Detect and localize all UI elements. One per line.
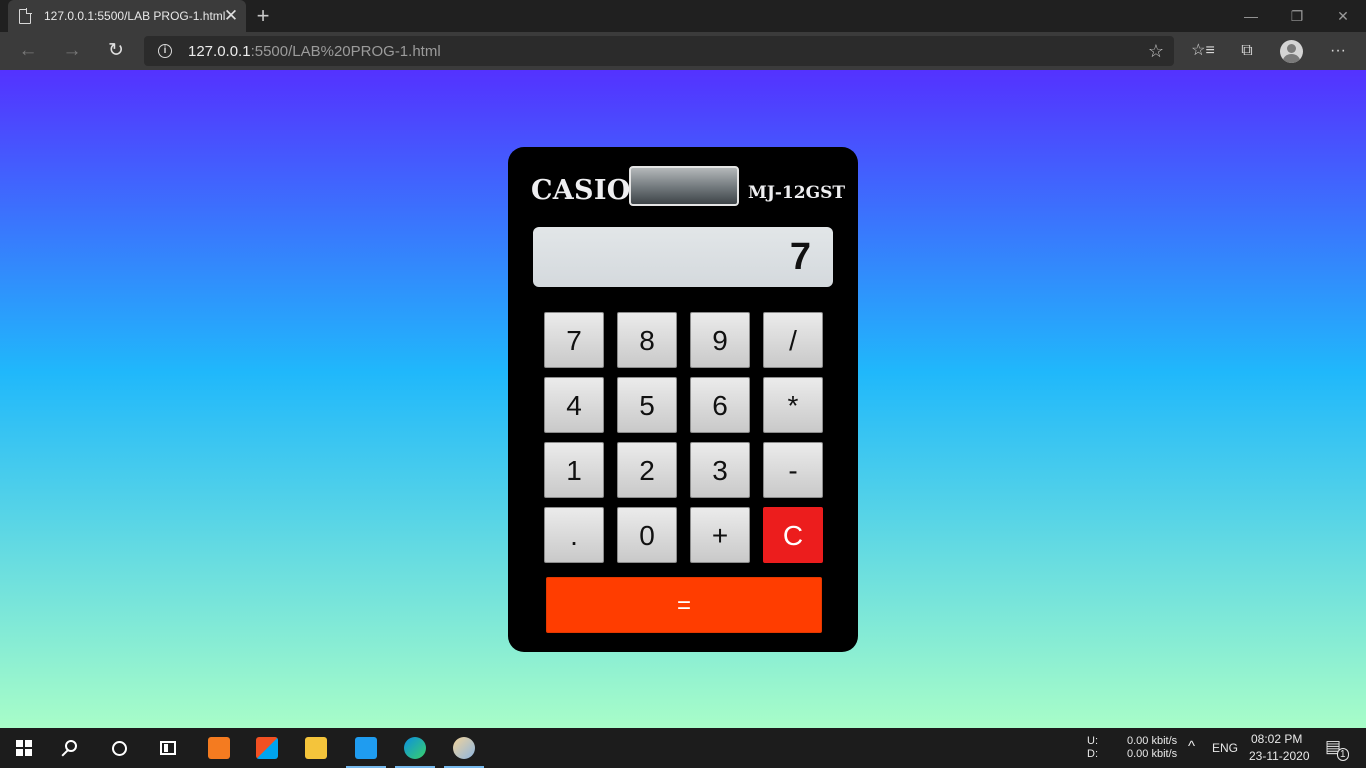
key-6[interactable]: 6 xyxy=(690,377,750,433)
file-explorer-icon[interactable] xyxy=(305,737,327,759)
key-add[interactable]: + xyxy=(690,507,750,563)
search-icon[interactable] xyxy=(65,740,77,752)
key-9[interactable]: 9 xyxy=(690,312,750,368)
restore-button[interactable]: ❐ xyxy=(1274,2,1320,30)
page-viewport: CASIO MJ-12GST 7 7 8 9 / 4 5 6 * 1 2 3 -… xyxy=(0,70,1366,728)
collections-icon[interactable]: ⧉ xyxy=(1232,36,1262,66)
url-path: :5500/LAB%20PROG-1.html xyxy=(250,43,441,60)
key-clear[interactable]: C xyxy=(763,507,823,563)
tab-bar: 127.0.0.1:5500/LAB PROG-1.html ✕ + — ❐ ✕ xyxy=(0,0,1366,32)
net-up-label: U: xyxy=(1087,735,1098,747)
clock-date[interactable]: 23-11-2020 xyxy=(1249,749,1310,763)
taskbar: U: D: 0.00 kbit/s 0.00 kbit/s ^ ENG 08:0… xyxy=(0,728,1366,768)
minimize-button[interactable]: — xyxy=(1228,2,1274,30)
key-decimal[interactable]: . xyxy=(544,507,604,563)
site-info-icon[interactable]: i xyxy=(158,44,172,58)
browser-toolbar: ← → ↻ i 127.0.0.1:5500/LAB%20PROG-1.html… xyxy=(0,32,1366,70)
net-down-value: 0.00 kbit/s xyxy=(1127,748,1178,760)
settings-menu-icon[interactable]: ··· xyxy=(1323,36,1353,66)
browser-tab[interactable]: 127.0.0.1:5500/LAB PROG-1.html ✕ xyxy=(8,0,246,32)
clock-time[interactable]: 08:02 PM xyxy=(1251,732,1302,746)
key-2[interactable]: 2 xyxy=(617,442,677,498)
favorite-star-icon[interactable]: ☆ xyxy=(1148,39,1164,63)
key-4[interactable]: 4 xyxy=(544,377,604,433)
url-host: 127.0.0.1 xyxy=(188,43,251,60)
page-icon xyxy=(19,8,32,24)
tray-chevron-icon[interactable]: ^ xyxy=(1188,738,1195,755)
equals-button[interactable]: = xyxy=(546,577,822,633)
back-button[interactable]: ← xyxy=(13,36,43,66)
task-view-icon[interactable] xyxy=(160,741,176,755)
url-text[interactable]: 127.0.0.1:5500/LAB%20PROG-1.html xyxy=(188,43,441,60)
edge-icon xyxy=(404,737,426,759)
key-3[interactable]: 3 xyxy=(690,442,750,498)
address-bar[interactable]: i 127.0.0.1:5500/LAB%20PROG-1.html ☆ xyxy=(144,36,1174,66)
key-subtract[interactable]: - xyxy=(763,442,823,498)
net-up-value: 0.00 kbit/s xyxy=(1127,735,1178,747)
notification-count-badge: 1 xyxy=(1337,748,1349,761)
key-0[interactable]: 0 xyxy=(617,507,677,563)
model-label: MJ-12GST xyxy=(748,183,846,203)
key-8[interactable]: 8 xyxy=(617,312,677,368)
paint-taskbar-button[interactable] xyxy=(440,728,488,768)
key-divide[interactable]: / xyxy=(763,312,823,368)
language-indicator[interactable]: ENG xyxy=(1212,741,1238,755)
new-tab-button[interactable]: + xyxy=(252,4,274,28)
vscode-icon xyxy=(355,737,377,759)
cortana-icon[interactable] xyxy=(112,741,127,756)
xampp-icon[interactable] xyxy=(208,737,230,759)
store-icon[interactable] xyxy=(256,737,278,759)
solar-panel xyxy=(629,166,739,206)
net-down-label: D: xyxy=(1087,748,1098,760)
refresh-button[interactable]: ↻ xyxy=(101,36,131,66)
vscode-taskbar-button[interactable] xyxy=(342,728,390,768)
favorites-list-icon[interactable]: ☆≡ xyxy=(1188,36,1218,66)
key-1[interactable]: 1 xyxy=(544,442,604,498)
brand-label: CASIO xyxy=(531,175,631,206)
profile-avatar-icon[interactable] xyxy=(1280,40,1303,63)
calculator: CASIO MJ-12GST 7 7 8 9 / 4 5 6 * 1 2 3 -… xyxy=(508,147,858,652)
edge-taskbar-button[interactable] xyxy=(391,728,439,768)
key-5[interactable]: 5 xyxy=(617,377,677,433)
start-icon[interactable] xyxy=(16,740,32,756)
close-window-button[interactable]: ✕ xyxy=(1320,2,1366,30)
calculator-display: 7 xyxy=(533,227,833,287)
tab-title: 127.0.0.1:5500/LAB PROG-1.html xyxy=(44,9,226,23)
key-multiply[interactable]: * xyxy=(763,377,823,433)
paint-icon xyxy=(453,737,475,759)
key-7[interactable]: 7 xyxy=(544,312,604,368)
forward-button[interactable]: → xyxy=(57,36,87,66)
tab-close-icon[interactable]: ✕ xyxy=(223,6,239,26)
